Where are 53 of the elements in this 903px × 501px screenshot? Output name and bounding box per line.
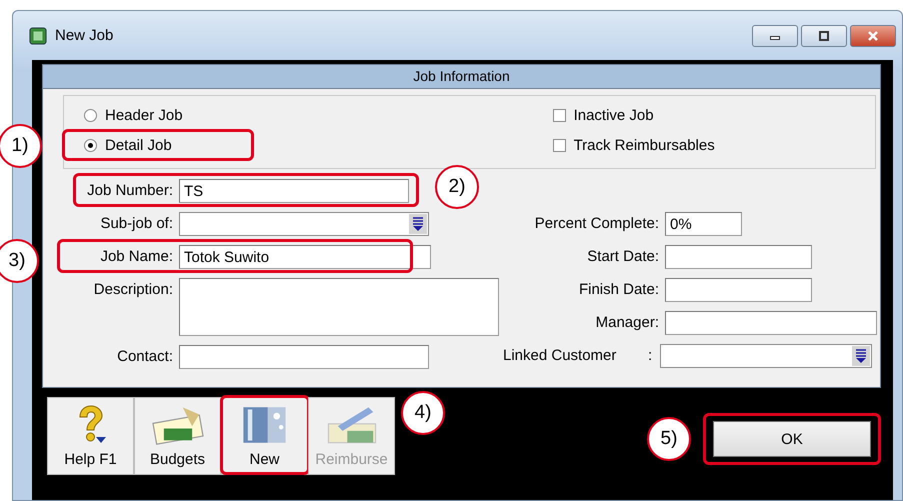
field-label: Job Name: (99, 247, 173, 267)
callout-marker: 4) (401, 391, 445, 435)
window-title: New Job (55, 27, 114, 44)
papers-pen-icon (326, 405, 378, 445)
toolbar-button[interactable]: New (221, 397, 308, 475)
field-label: Job Number: (86, 181, 173, 201)
callout-marker: 3) (0, 239, 39, 283)
radio-option[interactable]: Header Job (80, 104, 187, 126)
book-icon (241, 405, 288, 445)
field-label: Manager: (594, 313, 659, 333)
close-icon (868, 31, 878, 41)
description-field[interactable] (179, 278, 499, 336)
checkbox-label: Inactive Job (574, 106, 654, 124)
checkbox[interactable] (552, 138, 566, 152)
callout-marker: 2) (435, 165, 479, 209)
text-field[interactable]: Totok Suwito (179, 245, 431, 269)
radio-label: Header Job (105, 106, 183, 124)
callout-marker: 1) (0, 124, 42, 168)
field-label: Start Date: (586, 247, 659, 267)
checkbox-label: Track Reimbursables (574, 136, 715, 154)
checkbox-option[interactable]: Track Reimbursables (548, 134, 719, 156)
minimize-button[interactable] (752, 25, 798, 47)
radio-button[interactable] (84, 138, 97, 152)
date-field[interactable] (665, 245, 812, 269)
checkbox-option[interactable]: Inactive Job (548, 104, 719, 126)
app-icon (29, 26, 47, 44)
dropdown-field[interactable] (660, 344, 872, 368)
dropdown-field[interactable] (179, 212, 429, 236)
checkbox[interactable] (552, 108, 566, 122)
callout-marker: 5) (647, 417, 691, 461)
maximize-button[interactable] (801, 25, 847, 47)
ok-button[interactable]: OK (713, 421, 871, 457)
toolbar-button[interactable]: Help F1 (47, 397, 134, 475)
text-field[interactable] (665, 311, 877, 335)
field-label: Description: (92, 280, 173, 300)
field-label: Contact: (116, 347, 173, 367)
field-label: Linked Customer (503, 346, 618, 366)
toolbar-button[interactable]: Budgets (134, 397, 221, 475)
label-colon: : (648, 346, 654, 366)
close-button[interactable] (850, 25, 896, 47)
text-field[interactable]: TS (179, 179, 409, 203)
field-label: Percent Complete: (534, 214, 659, 234)
date-field[interactable] (665, 278, 812, 302)
maximize-icon (819, 31, 829, 41)
radio-option[interactable]: Detail Job (80, 134, 187, 156)
field-label: Sub-job of: (99, 214, 173, 234)
section-header: Job Information (43, 65, 880, 89)
money-papers-icon (152, 405, 204, 445)
radio-button[interactable] (84, 108, 97, 122)
text-field[interactable]: 0% (665, 212, 742, 236)
text-field[interactable] (179, 345, 429, 369)
field-label: Finish Date: (578, 280, 659, 300)
radio-label: Detail Job (105, 136, 172, 154)
